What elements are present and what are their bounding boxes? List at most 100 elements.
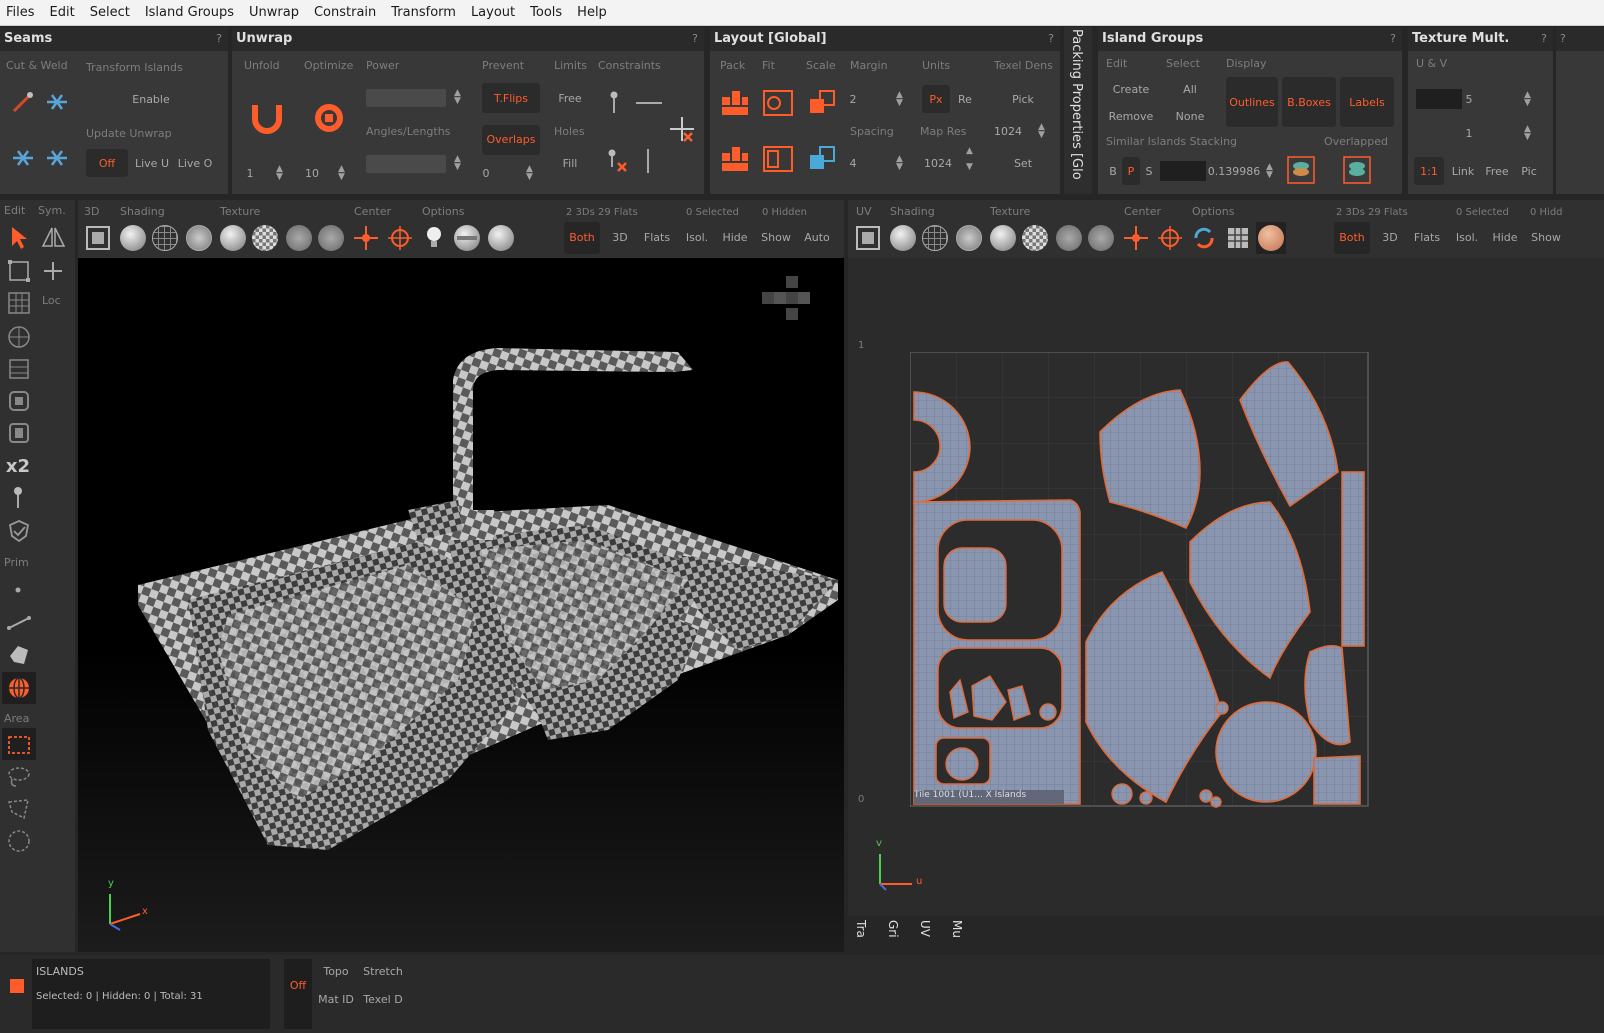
texture-gray2-uv-icon[interactable]	[1088, 225, 1114, 251]
3d-button-uv[interactable]: 3D	[1378, 231, 1402, 244]
tab-3d[interactable]: 3D	[84, 205, 99, 218]
box-select-icon[interactable]	[6, 356, 32, 382]
unpin-icon[interactable]	[604, 147, 630, 175]
circle-select-icon[interactable]	[6, 828, 32, 854]
free-mult-button[interactable]: Free	[1482, 165, 1512, 178]
menu-item-transform[interactable]: Transform	[391, 5, 456, 20]
menu-item-edit[interactable]: Edit	[50, 5, 75, 20]
menu-item-select[interactable]: Select	[90, 5, 130, 20]
center-selection-icon-3d[interactable]	[386, 224, 414, 252]
frame-all-icon-3d[interactable]	[84, 224, 112, 252]
menu-item-files[interactable]: Files	[6, 5, 35, 20]
wire-sphere-uv-icon[interactable]	[922, 225, 948, 251]
stack-value[interactable]: 0.139986	[1206, 165, 1262, 178]
shaded-sphere-uv-icon[interactable]	[890, 225, 916, 251]
optimize-iter-value[interactable]: 10	[298, 167, 326, 180]
stretch-button[interactable]: Stretch	[360, 965, 406, 978]
outlines-toggle[interactable]: Outlines	[1226, 96, 1278, 109]
scale-icon[interactable]	[808, 87, 838, 117]
shaded-sphere-icon[interactable]	[120, 225, 146, 251]
uv-side-tab-tra[interactable]: Tra	[854, 920, 868, 938]
u-mult-value[interactable]: 5	[1464, 93, 1474, 106]
map-res-value[interactable]: 1024	[922, 157, 954, 170]
u-mult-stepper[interactable]: ▲ ▼	[1524, 91, 1531, 108]
ambient-icon[interactable]	[488, 225, 514, 251]
uv-side-tab-uv[interactable]: UV	[918, 920, 932, 937]
spacing-stepper[interactable]: ▲ ▼	[896, 155, 903, 172]
polygon-select-icon[interactable]	[6, 796, 32, 822]
stack-b-button[interactable]: B	[1108, 165, 1118, 178]
texture-off-uv-icon[interactable]	[990, 225, 1016, 251]
topo-button[interactable]: Topo	[318, 965, 354, 978]
live-u-button[interactable]: Live U	[132, 157, 172, 170]
stack-icon[interactable]	[1286, 155, 1316, 185]
unfold-iter-stepper[interactable]: ▲ ▼	[276, 165, 283, 182]
ratio-button[interactable]: 1:1	[1414, 165, 1444, 178]
overlaps-button[interactable]: Overlaps	[482, 133, 540, 146]
menu-item-tools[interactable]: Tools	[530, 5, 562, 20]
power-stepper[interactable]: ▲ ▼	[454, 89, 461, 106]
sync-icon[interactable]	[1190, 224, 1218, 252]
hide-button-uv[interactable]: Hide	[1490, 231, 1520, 244]
spacing-value[interactable]: 4	[848, 157, 858, 170]
mat-id-button[interactable]: Mat ID	[314, 993, 358, 1006]
ig-create-button[interactable]: Create	[1104, 83, 1158, 96]
packing-properties-tab[interactable]: Packing Properties [Glo	[1064, 27, 1092, 194]
x2-button[interactable]: x2	[4, 456, 32, 477]
sphere-select-icon[interactable]	[6, 324, 32, 350]
pick-button[interactable]: Pick	[1000, 93, 1046, 106]
viewport-3d[interactable]: 3D Shading Texture Center Options 2 3Ds …	[78, 200, 844, 952]
pic-button[interactable]: Pic	[1516, 165, 1542, 178]
loop-seam-icon[interactable]	[44, 145, 70, 171]
live-off-button[interactable]: Off	[86, 157, 128, 170]
pack-icon[interactable]	[720, 87, 750, 117]
checker-texture-icon[interactable]	[252, 225, 278, 251]
unpin-all-icon[interactable]	[668, 115, 696, 143]
angles-stepper[interactable]: ▲ ▼	[454, 155, 461, 172]
pin-tool-icon[interactable]	[8, 484, 28, 510]
weld-icon[interactable]	[44, 89, 70, 115]
ig-all-button[interactable]: All	[1166, 83, 1214, 96]
link-button[interactable]: Link	[1448, 165, 1478, 178]
unfold-iter-value[interactable]: 1	[238, 167, 262, 180]
center-icon-3d[interactable]	[352, 224, 380, 252]
uv-side-tab-mu[interactable]: Mu	[950, 920, 964, 938]
menu-item-layout[interactable]: Layout	[471, 5, 515, 20]
units-re-button[interactable]: Re	[954, 93, 976, 106]
both-button-uv[interactable]: Both	[1334, 231, 1370, 244]
menu-item-help[interactable]: Help	[577, 5, 607, 20]
flats-button-3d[interactable]: Flats	[640, 231, 674, 244]
power-slider[interactable]	[366, 89, 446, 107]
fit-icon[interactable]	[762, 87, 794, 117]
prevent-stepper[interactable]: ▲ ▼	[526, 165, 533, 182]
ig-remove-button[interactable]: Remove	[1104, 110, 1158, 123]
center-selection-icon-uv[interactable]	[1156, 224, 1184, 252]
prevent-value[interactable]: 0	[478, 167, 494, 180]
pin-icon[interactable]	[604, 89, 624, 115]
scale-texel-icon[interactable]	[808, 143, 838, 173]
view-cube-icon[interactable]	[760, 274, 826, 324]
transform-box-icon[interactable]	[6, 258, 32, 284]
edge-loop-icon[interactable]	[6, 388, 32, 414]
texture-gray-uv-icon[interactable]	[1056, 225, 1082, 251]
3d-button-3d[interactable]: 3D	[608, 231, 632, 244]
stack-s-button[interactable]: S	[1142, 165, 1156, 178]
t-flips-button[interactable]: T.Flips	[482, 92, 540, 105]
auto-button-3d[interactable]: Auto	[800, 231, 834, 244]
optimize-iter-stepper[interactable]: ▲ ▼	[338, 165, 345, 182]
both-button-3d[interactable]: Both	[564, 231, 600, 244]
grid-select-icon[interactable]	[6, 290, 32, 316]
labels-toggle[interactable]: Labels	[1340, 96, 1394, 109]
overlapped-icon[interactable]	[1342, 155, 1372, 185]
margin-stepper[interactable]: ▲ ▼	[896, 91, 903, 108]
vertical-align-icon[interactable]	[640, 147, 656, 175]
grid-icon[interactable]	[1224, 224, 1252, 252]
island-mode-icon[interactable]	[6, 675, 32, 701]
menu-item-island-groups[interactable]: Island Groups	[145, 5, 234, 20]
hide-button-3d[interactable]: Hide	[720, 231, 750, 244]
u-mult-slider[interactable]	[1416, 89, 1462, 109]
status-off-button[interactable]: Off	[284, 979, 312, 992]
frame-all-icon-uv[interactable]	[854, 224, 882, 252]
pack-all-icon[interactable]	[720, 143, 750, 173]
texel-stepper[interactable]: ▲ ▼	[1038, 123, 1045, 140]
